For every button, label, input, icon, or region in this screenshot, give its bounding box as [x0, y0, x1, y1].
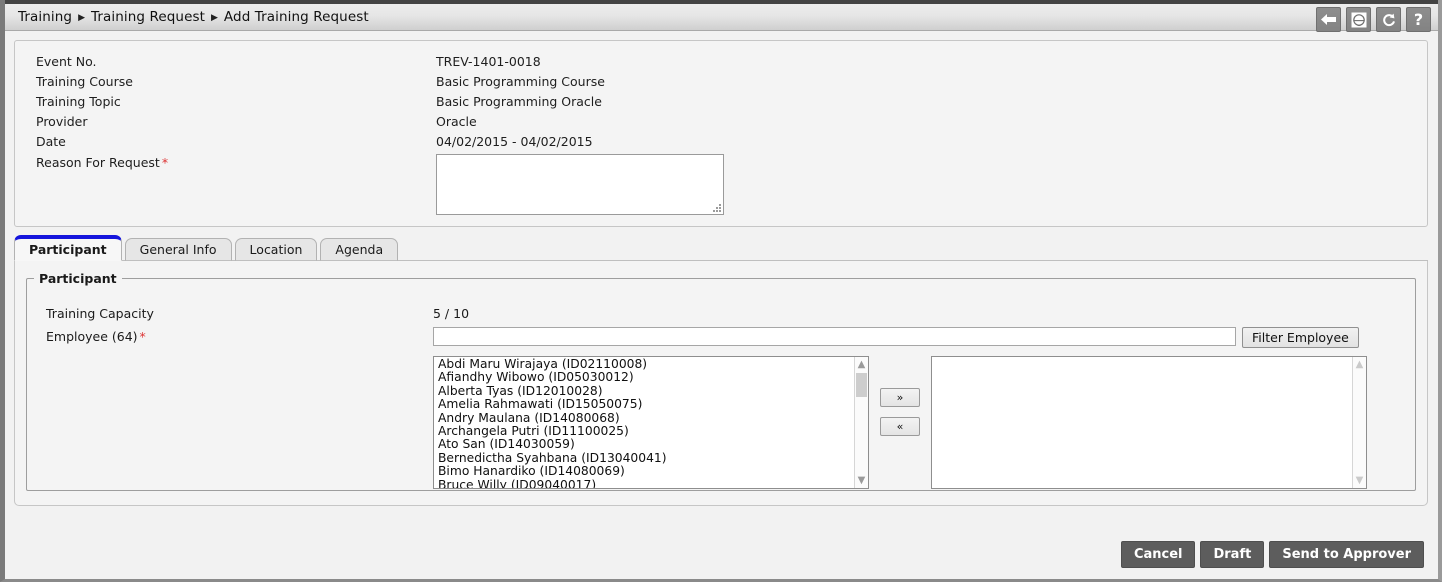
list-item[interactable]: Abdi Maru Wirajaya (ID02110008): [438, 357, 854, 371]
training-topic-value: Basic Programming Oracle: [436, 94, 602, 109]
selected-list-scrollbar[interactable]: ▲ ▼: [1352, 357, 1366, 488]
list-item[interactable]: Amelia Rahmawati (ID15050075): [438, 397, 854, 411]
provider-label: Provider: [36, 114, 88, 129]
employee-label-wrap: Employee (64) *: [46, 327, 433, 344]
participant-group-legend: Participant: [39, 271, 117, 286]
breadcrumb-separator-icon: ▶: [211, 12, 218, 23]
event-no-label: Event No.: [36, 54, 97, 69]
reason-textarea-wrap: [436, 154, 724, 215]
available-list-scrollbar[interactable]: ▲ ▼: [854, 357, 868, 488]
help-button[interactable]: ?: [1406, 7, 1431, 32]
list-item[interactable]: Bernedictha Syahbana (ID13040041): [438, 451, 854, 465]
field-row-reason: Reason For Request *: [15, 154, 1427, 215]
field-row-training-course: Training Course Basic Programming Course: [15, 73, 1427, 93]
textarea-resize-grip-icon[interactable]: [713, 204, 721, 212]
field-row-training-capacity: Training Capacity 5 / 10: [27, 304, 1415, 321]
tab-bar: Participant General Info Location Agenda: [14, 235, 1438, 261]
field-row-event-no: Event No. TREV-1401-0018: [15, 53, 1427, 73]
employee-required-asterisk: *: [139, 329, 146, 344]
employee-search-input[interactable]: [433, 327, 1236, 346]
available-employees-listbox[interactable]: Abdi Maru Wirajaya (ID02110008) Afiandhy…: [433, 356, 869, 489]
breadcrumb-item-training[interactable]: Training: [18, 9, 72, 25]
reason-label: Reason For Request: [36, 155, 160, 170]
tab-agenda[interactable]: Agenda: [320, 238, 399, 261]
participant-group: Participant Training Capacity 5 / 10 Emp…: [26, 271, 1416, 491]
draft-button[interactable]: Draft: [1200, 541, 1265, 568]
field-row-date: Date 04/02/2015 - 04/02/2015: [15, 133, 1427, 153]
toolbar-icons: ?: [1316, 7, 1431, 32]
provider-value: Oracle: [436, 114, 477, 129]
tab-agenda-label: Agenda: [335, 242, 384, 257]
transfer-buttons: » «: [869, 356, 931, 436]
event-no-value: TREV-1401-0018: [436, 54, 541, 69]
refresh-button[interactable]: [1376, 7, 1401, 32]
list-item[interactable]: Bruce Willy (ID09040017): [438, 478, 854, 488]
list-item[interactable]: Alberta Tyas (ID12010028): [438, 384, 854, 398]
date-label: Date: [36, 134, 66, 149]
available-employees-items: Abdi Maru Wirajaya (ID02110008) Afiandhy…: [434, 357, 854, 488]
app-window: Training ▶ Training Request ▶ Add Traini…: [0, 0, 1442, 582]
tab-general-info[interactable]: General Info: [124, 238, 232, 261]
reason-textarea[interactable]: [437, 155, 723, 214]
field-row-training-topic: Training Topic Basic Programming Oracle: [15, 93, 1427, 113]
scroll-up-arrow-icon[interactable]: ▲: [855, 358, 868, 371]
training-details-panel: Event No. TREV-1401-0018 Training Course…: [14, 40, 1428, 227]
scroll-up-arrow-icon[interactable]: ▲: [1353, 358, 1366, 371]
list-item[interactable]: Ato San (ID14030059): [438, 438, 854, 452]
field-row-employee: Employee (64) * Filter Employee: [27, 327, 1415, 348]
tab-location[interactable]: Location: [234, 238, 318, 261]
list-item[interactable]: Archangela Putri (ID11100025): [438, 424, 854, 438]
selected-employees-items: [932, 357, 1352, 488]
back-arrow-icon: [1321, 13, 1336, 26]
participant-tab-panel: Participant Training Capacity 5 / 10 Emp…: [14, 261, 1428, 506]
refresh-icon: [1381, 12, 1397, 28]
send-to-approver-button[interactable]: Send to Approver: [1269, 541, 1424, 568]
tab-participant[interactable]: Participant: [14, 235, 122, 261]
training-topic-label: Training Topic: [36, 94, 121, 109]
employee-label: Employee (64): [46, 329, 138, 344]
list-item[interactable]: Andry Maulana (ID14080068): [438, 411, 854, 425]
date-value: 04/02/2015 - 04/02/2015: [436, 134, 593, 149]
selected-employees-listbox[interactable]: ▲ ▼: [931, 356, 1367, 489]
list-item[interactable]: Afiandhy Wibowo (ID05030012): [438, 370, 854, 384]
breadcrumb-item-add-training-request: Add Training Request: [223, 9, 369, 25]
scroll-down-arrow-icon[interactable]: ▼: [1353, 474, 1366, 487]
tab-general-info-label: General Info: [139, 242, 217, 257]
scrollbar-thumb[interactable]: [856, 373, 867, 397]
breadcrumb-item-training-request[interactable]: Training Request: [91, 9, 205, 25]
training-course-value: Basic Programming Course: [436, 74, 605, 89]
reason-label-wrap: Reason For Request *: [36, 154, 436, 170]
support-button[interactable]: [1346, 7, 1371, 32]
top-bar: Training ▶ Training Request ▶ Add Traini…: [5, 0, 1438, 32]
help-icon: ?: [1413, 9, 1424, 29]
tab-participant-label: Participant: [29, 242, 107, 257]
scroll-down-arrow-icon[interactable]: ▼: [855, 474, 868, 487]
support-headset-icon: [1351, 12, 1367, 28]
remove-employee-button[interactable]: «: [880, 417, 920, 436]
list-item[interactable]: Bimo Hanardiko (ID14080069): [438, 464, 854, 478]
training-course-label: Training Course: [36, 74, 133, 89]
back-button[interactable]: [1316, 7, 1341, 32]
training-capacity-label: Training Capacity: [46, 306, 154, 321]
breadcrumb-separator-icon: ▶: [78, 12, 85, 23]
employee-dual-list: Abdi Maru Wirajaya (ID02110008) Afiandhy…: [27, 356, 1415, 489]
reason-required-asterisk: *: [161, 155, 169, 170]
add-employee-button[interactable]: »: [880, 388, 920, 407]
training-capacity-value: 5 / 10: [433, 306, 470, 321]
field-row-provider: Provider Oracle: [15, 113, 1427, 133]
cancel-button[interactable]: Cancel: [1120, 541, 1196, 568]
breadcrumb: Training ▶ Training Request ▶ Add Traini…: [5, 9, 369, 25]
filter-employee-button[interactable]: Filter Employee: [1242, 327, 1359, 348]
action-bar: Cancel Draft Send to Approver: [1120, 541, 1424, 568]
tab-location-label: Location: [249, 242, 303, 257]
